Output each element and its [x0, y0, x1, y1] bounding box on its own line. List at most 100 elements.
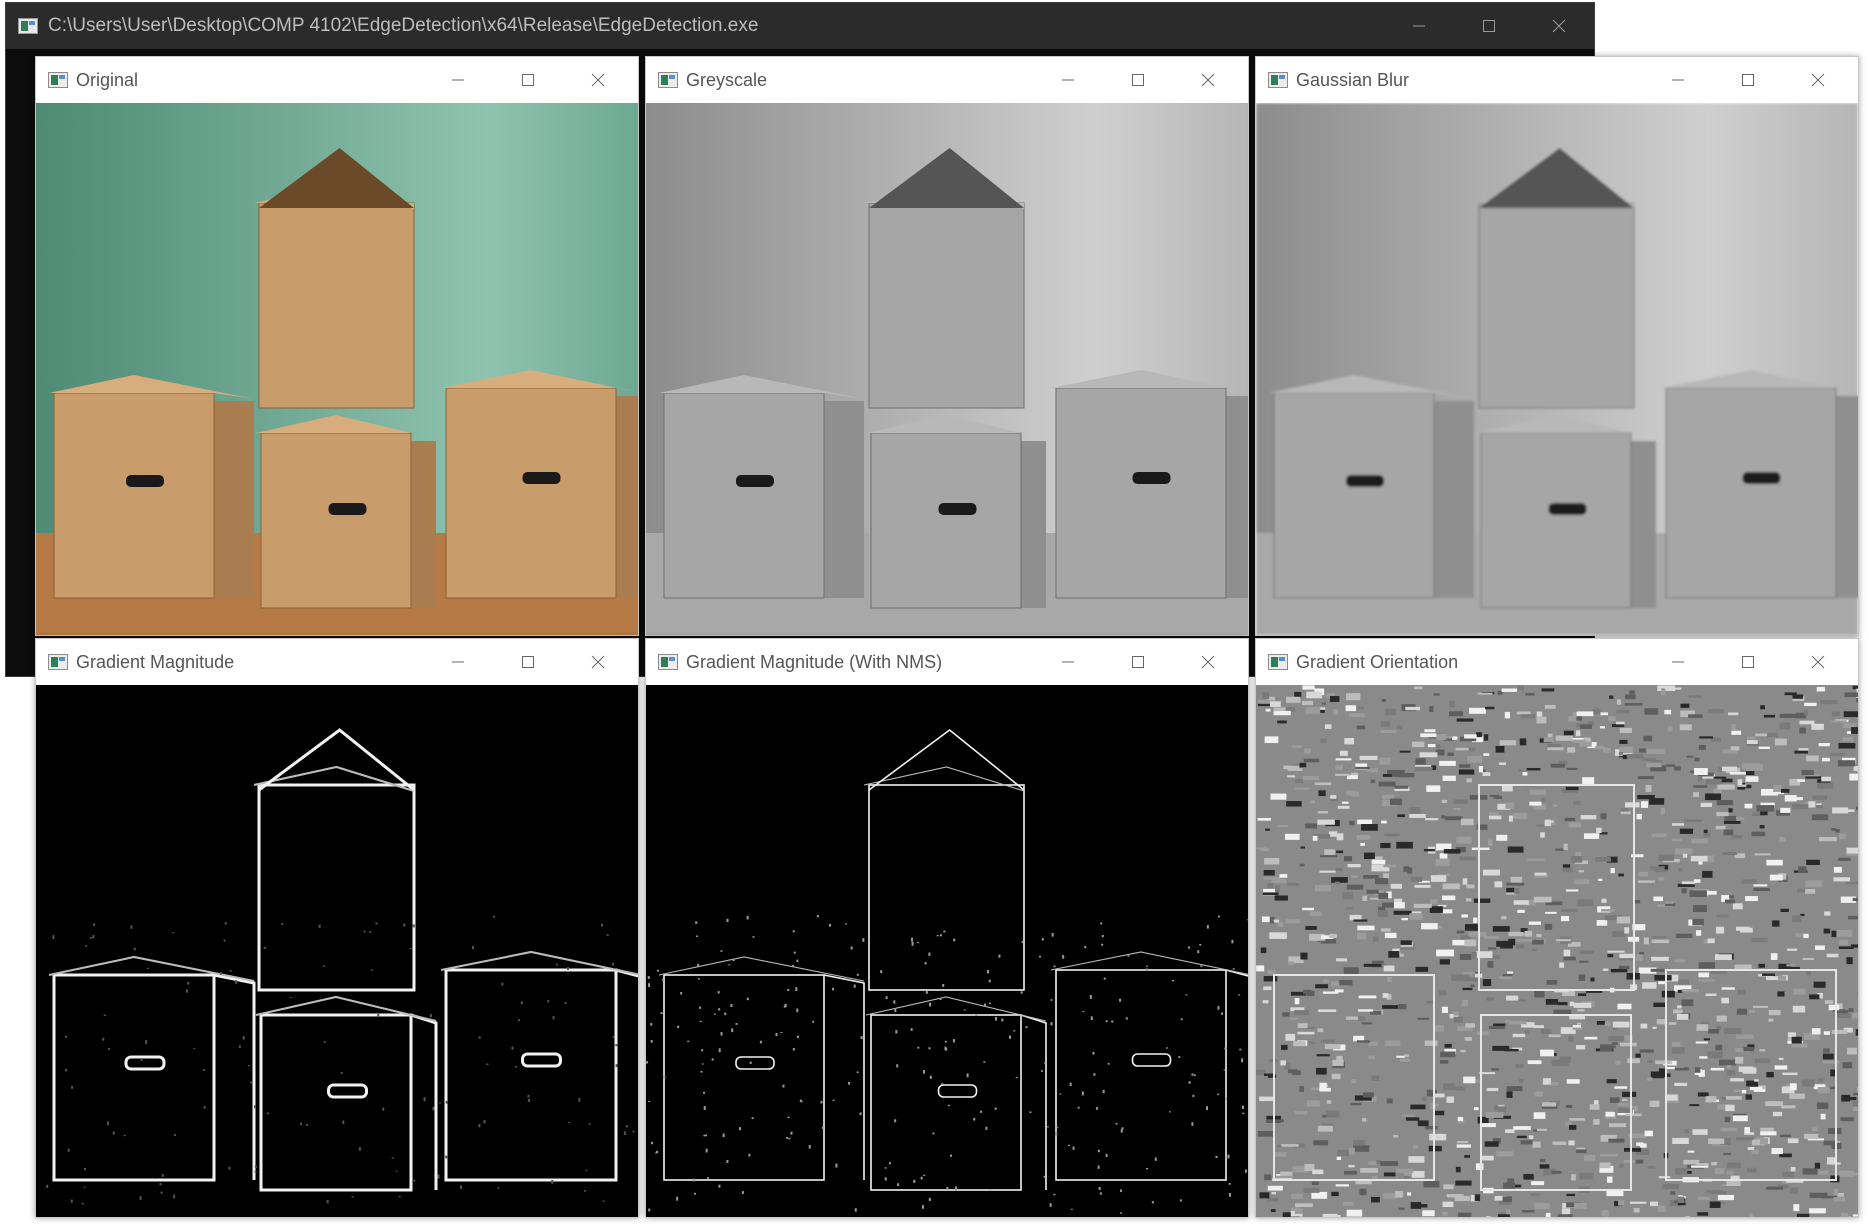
orientation-patch — [1638, 748, 1646, 753]
close-icon[interactable] — [1173, 57, 1243, 103]
edge-speckle — [980, 1110, 983, 1113]
console-titlebar[interactable]: C:\Users\User\Desktop\COMP 4102\EdgeDete… — [6, 3, 1594, 49]
window-titlebar[interactable]: Greyscale — [646, 57, 1248, 103]
maximize-icon[interactable] — [1713, 57, 1783, 103]
orientation-patch — [1578, 870, 1585, 873]
orientation-patch — [1497, 1106, 1506, 1113]
edge-speckle — [445, 1155, 448, 1159]
orientation-patch — [1262, 892, 1279, 896]
orientation-patch — [1831, 828, 1837, 831]
close-icon[interactable] — [563, 57, 633, 103]
minimize-icon[interactable] — [423, 57, 493, 103]
edge-speckle — [939, 998, 942, 1001]
edge-speckle — [917, 942, 920, 944]
orientation-patch — [1383, 864, 1397, 868]
close-icon[interactable] — [1783, 639, 1853, 685]
orientation-patch — [1465, 898, 1472, 902]
orientation-patch — [1378, 892, 1389, 900]
minimize-icon[interactable] — [1643, 57, 1713, 103]
orientation-patch — [1357, 1016, 1365, 1021]
minimize-icon[interactable] — [1033, 57, 1103, 103]
orientation-patch — [1626, 754, 1644, 759]
window-gradient-magnitude-nms[interactable]: Gradient Magnitude (With NMS) — [645, 638, 1249, 1218]
orientation-patch — [1267, 1197, 1279, 1202]
minimize-icon[interactable] — [423, 639, 493, 685]
edge-speckle — [1051, 932, 1054, 937]
edge-speckle — [1241, 1058, 1244, 1063]
orientation-patch — [1817, 1087, 1830, 1094]
edge-speckle — [788, 1137, 791, 1140]
edge-speckle — [701, 1049, 704, 1052]
maximize-icon[interactable] — [1103, 639, 1173, 685]
orientation-patch — [1405, 1117, 1420, 1121]
orientation-patch — [1477, 692, 1493, 695]
orientation-patch — [1456, 930, 1465, 934]
maximize-icon[interactable] — [493, 57, 563, 103]
orientation-patch — [1569, 1015, 1586, 1020]
maximize-icon[interactable] — [493, 639, 563, 685]
edge-speckle — [1197, 950, 1200, 954]
orientation-patch — [1423, 1181, 1440, 1188]
orientation-patch — [1711, 1161, 1718, 1166]
orientation-patch — [1708, 1029, 1719, 1034]
window-gradient-orientation[interactable]: Gradient Orientation — [1255, 638, 1859, 1218]
window-gaussian-blur[interactable]: Gaussian Blur — [1255, 56, 1859, 636]
orientation-patch — [1358, 1009, 1374, 1012]
orientation-patch — [1317, 811, 1329, 814]
orientation-patch — [1625, 694, 1636, 700]
orientation-patch — [1557, 1002, 1568, 1006]
edge-speckle — [369, 930, 372, 933]
orientation-patch — [1724, 1027, 1742, 1034]
edge-speckle — [254, 1171, 257, 1173]
maximize-icon[interactable] — [1454, 3, 1524, 49]
window-titlebar[interactable]: Gradient Orientation — [1256, 639, 1858, 685]
close-icon[interactable] — [1524, 3, 1594, 49]
minimize-icon[interactable] — [1384, 3, 1454, 49]
orientation-patch — [1263, 869, 1275, 876]
edge-speckle — [478, 1124, 481, 1128]
maximize-icon[interactable] — [1103, 57, 1173, 103]
edge-speckle — [123, 1134, 126, 1137]
minimize-icon[interactable] — [1033, 639, 1103, 685]
orientation-patch — [1671, 838, 1683, 842]
orientation-patch — [1708, 1138, 1725, 1145]
minimize-icon[interactable] — [1643, 639, 1713, 685]
orientation-patch — [1455, 1166, 1461, 1173]
close-icon[interactable] — [1173, 639, 1243, 685]
window-titlebar[interactable]: Gradient Magnitude (With NMS) — [646, 639, 1248, 685]
orientation-patch — [1767, 733, 1778, 738]
orientation-patch — [1831, 720, 1847, 723]
window-greyscale[interactable]: Greyscale — [645, 56, 1249, 636]
window-original[interactable]: Original — [35, 56, 639, 636]
edge-speckle — [566, 967, 569, 970]
orientation-patch — [1852, 1214, 1858, 1217]
orientation-patch — [1501, 916, 1507, 920]
orientation-patch — [1445, 816, 1463, 821]
close-icon[interactable] — [1783, 57, 1853, 103]
box-front — [870, 432, 1022, 609]
orientation-patch — [1349, 820, 1355, 826]
edge-speckle — [228, 1166, 231, 1170]
orientation-patch — [1442, 1211, 1448, 1216]
maximize-icon[interactable] — [1713, 639, 1783, 685]
orientation-patch — [1547, 747, 1564, 751]
edge-speckle — [437, 1174, 440, 1179]
close-icon[interactable] — [563, 639, 633, 685]
orientation-patch — [1263, 986, 1272, 991]
window-titlebar[interactable]: Gradient Magnitude — [36, 639, 638, 685]
orientation-patch — [1601, 909, 1615, 912]
orientation-patch — [1730, 746, 1740, 751]
orientation-patch — [1396, 1055, 1406, 1058]
orientation-patch — [1547, 733, 1553, 738]
orientation-patch — [1679, 724, 1692, 731]
orientation-patch — [1717, 784, 1735, 790]
orientation-patch — [1855, 1029, 1858, 1036]
window-gradient-magnitude[interactable]: Gradient Magnitude — [35, 638, 639, 1218]
edge-speckle — [730, 1004, 733, 1008]
window-titlebar[interactable]: Gaussian Blur — [1256, 57, 1858, 103]
edge-speckle — [995, 1017, 998, 1021]
window-titlebar[interactable]: Original — [36, 57, 638, 103]
orientation-patch — [1575, 730, 1581, 737]
orientation-patch — [1752, 1005, 1769, 1008]
orientation-patch — [1314, 885, 1331, 892]
